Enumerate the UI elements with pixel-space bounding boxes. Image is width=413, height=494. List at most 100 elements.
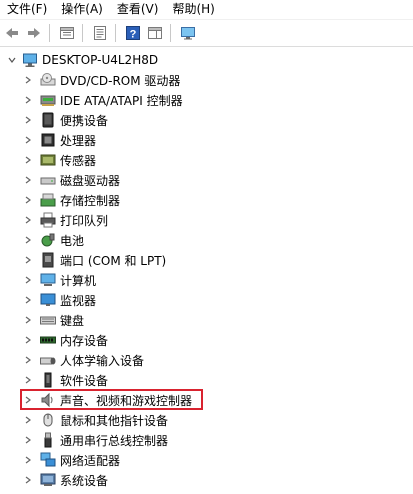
chevron-right-icon[interactable]: [22, 415, 34, 425]
chevron-right-icon[interactable]: [22, 255, 34, 265]
chevron-right-icon[interactable]: [22, 115, 34, 125]
forward-button[interactable]: [24, 23, 44, 43]
tree-item-system[interactable]: 系统设备: [0, 470, 413, 490]
console-tree-button[interactable]: [57, 23, 77, 43]
tree-root[interactable]: DESKTOP-U4L2H8D: [0, 50, 413, 70]
chevron-right-icon[interactable]: [22, 435, 34, 445]
hid-icon: [40, 352, 56, 368]
help-icon: ?: [126, 26, 140, 41]
tree-root-label: DESKTOP-U4L2H8D: [42, 53, 159, 67]
chevron-right-icon[interactable]: [22, 375, 34, 385]
memory-device-icon: [40, 332, 56, 348]
tree-item-label: 通用串行总线控制器: [60, 433, 169, 448]
tree-item-port[interactable]: 端口 (COM 和 LPT): [0, 250, 413, 270]
tree-item-label: 传感器: [60, 153, 97, 168]
keyboard-icon: [40, 312, 56, 328]
chevron-right-icon[interactable]: [22, 275, 34, 285]
show-hide-pane-button[interactable]: [145, 23, 165, 43]
tree-item-label: 打印队列: [60, 213, 109, 228]
tree-item-usb[interactable]: 通用串行总线控制器: [0, 430, 413, 450]
chevron-right-icon[interactable]: [22, 475, 34, 485]
tree-item-print-queue[interactable]: 打印队列: [0, 210, 413, 230]
disk-drive-icon: [40, 172, 56, 188]
toolbar-separator: [49, 24, 50, 42]
tree-item-hid[interactable]: 人体学输入设备: [0, 350, 413, 370]
chevron-right-icon[interactable]: [22, 355, 34, 365]
system-device-icon: [40, 472, 56, 488]
menu-bar: 文件(F) 操作(A) 查看(V) 帮助(H): [0, 0, 413, 20]
tree-item-portable[interactable]: 便携设备: [0, 110, 413, 130]
monitor-button[interactable]: [178, 23, 198, 43]
show-hide-pane-icon: [148, 27, 162, 39]
portable-device-icon: [40, 112, 56, 128]
properties-button[interactable]: [90, 23, 110, 43]
tree-item-memory[interactable]: 内存设备: [0, 330, 413, 350]
ide-controller-icon: [40, 92, 56, 108]
tree-item-sound-video-game[interactable]: 声音、视频和游戏控制器: [0, 389, 413, 410]
monitor-icon: [40, 292, 56, 308]
tree-item-label: 系统设备: [60, 473, 109, 488]
chevron-right-icon[interactable]: [22, 455, 34, 465]
storage-controller-icon: [40, 192, 56, 208]
tree-item-network[interactable]: 网络适配器: [0, 450, 413, 470]
chevron-right-icon[interactable]: [22, 155, 34, 165]
chevron-right-icon[interactable]: [22, 395, 34, 405]
tree-item-software[interactable]: 软件设备: [0, 370, 413, 390]
dvd-drive-icon: [40, 72, 56, 88]
sensor-icon: [40, 152, 56, 168]
chevron-right-icon[interactable]: [22, 135, 34, 145]
tree-item-sensor[interactable]: 传感器: [0, 150, 413, 170]
tree-item-computer[interactable]: 计算机: [0, 270, 413, 290]
properties-icon: [94, 26, 106, 40]
chevron-right-icon[interactable]: [22, 295, 34, 305]
menu-view[interactable]: 查看(V): [110, 0, 166, 19]
battery-icon: [40, 232, 56, 248]
menu-action[interactable]: 操作(A): [54, 0, 110, 19]
monitor-icon: [181, 27, 195, 40]
computer-icon: [40, 272, 56, 288]
speaker-icon: [40, 392, 56, 408]
chevron-right-icon[interactable]: [22, 195, 34, 205]
tree-item-processor[interactable]: 处理器: [0, 130, 413, 150]
chevron-right-icon[interactable]: [22, 335, 34, 345]
tree-item-dvd[interactable]: DVD/CD-ROM 驱动器: [0, 70, 413, 90]
chevron-right-icon[interactable]: [22, 95, 34, 105]
mouse-icon: [40, 412, 56, 428]
menu-help[interactable]: 帮助(H): [165, 0, 221, 19]
tree-item-label: 监视器: [60, 293, 97, 308]
processor-icon: [40, 132, 56, 148]
back-button[interactable]: [2, 23, 22, 43]
tree-item-ide[interactable]: IDE ATA/ATAPI 控制器: [0, 90, 413, 110]
tree-item-mouse[interactable]: 鼠标和其他指针设备: [0, 410, 413, 430]
tree-item-label: 计算机: [60, 273, 97, 288]
software-device-icon: [40, 372, 56, 388]
tree-item-label: 处理器: [60, 133, 97, 148]
chevron-down-icon[interactable]: [6, 55, 18, 65]
network-adapter-icon: [40, 452, 56, 468]
forward-arrow-icon: [28, 28, 40, 38]
tree-item-battery[interactable]: 电池: [0, 230, 413, 250]
tree-item-label: IDE ATA/ATAPI 控制器: [60, 93, 183, 108]
chevron-right-icon[interactable]: [22, 175, 34, 185]
menu-file[interactable]: 文件(F): [0, 0, 54, 19]
tree-item-label: 键盘: [60, 313, 85, 328]
tree-item-keyboard[interactable]: 键盘: [0, 310, 413, 330]
tree-item-disk[interactable]: 磁盘驱动器: [0, 170, 413, 190]
tree-item-label: 内存设备: [60, 333, 109, 348]
chevron-right-icon[interactable]: [22, 75, 34, 85]
port-icon: [40, 252, 56, 268]
computer-root-icon: [22, 52, 38, 68]
tree-item-storage[interactable]: 存储控制器: [0, 190, 413, 210]
back-arrow-icon: [6, 28, 18, 38]
usb-icon: [40, 432, 56, 448]
tree-item-label: DVD/CD-ROM 驱动器: [60, 73, 181, 88]
tree-item-label: 鼠标和其他指针设备: [60, 413, 169, 428]
tree-item-monitor[interactable]: 监视器: [0, 290, 413, 310]
toolbar-separator: [115, 24, 116, 42]
console-tree-icon: [60, 27, 74, 39]
chevron-right-icon[interactable]: [22, 235, 34, 245]
chevron-right-icon[interactable]: [22, 315, 34, 325]
tree-item-label: 网络适配器: [60, 453, 121, 468]
help-button[interactable]: ?: [123, 23, 143, 43]
chevron-right-icon[interactable]: [22, 215, 34, 225]
